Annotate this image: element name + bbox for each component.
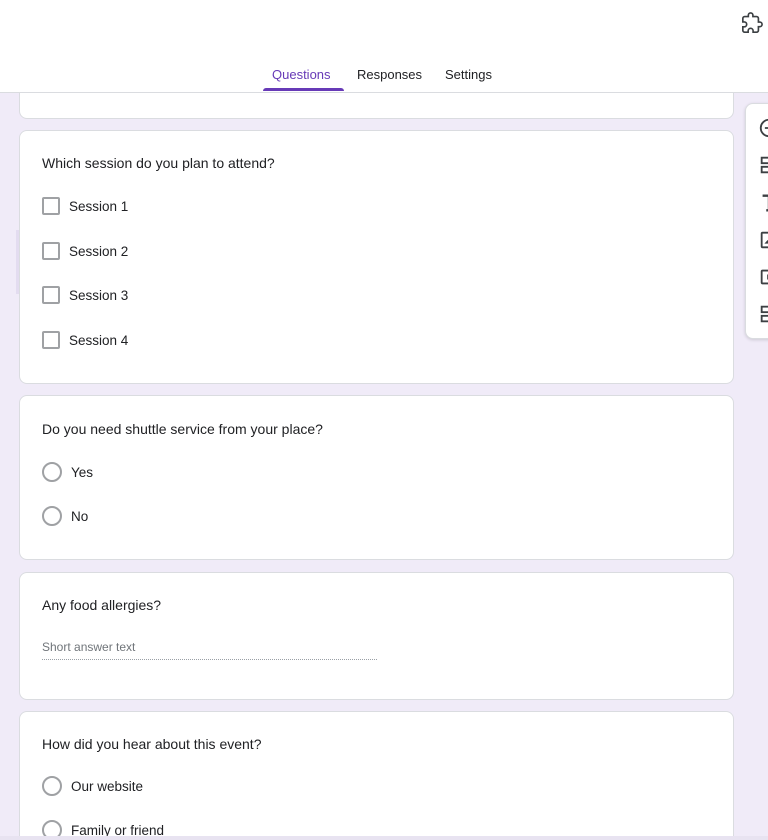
option-label: Our website: [71, 778, 144, 794]
tab-responses[interactable]: Responses: [357, 62, 422, 93]
question-title: Which session do you plan to attend?: [42, 155, 275, 171]
short-answer-field[interactable]: Short answer text: [42, 640, 377, 660]
radio-option[interactable]: Yes: [42, 462, 93, 482]
checkbox[interactable]: [42, 197, 60, 215]
tab-settings[interactable]: Settings: [445, 62, 492, 93]
add-section-icon[interactable]: [758, 303, 768, 325]
checkbox-option[interactable]: Session 3: [42, 285, 128, 305]
import-questions-icon[interactable]: [758, 154, 768, 176]
option-label: Session 3: [69, 287, 129, 303]
option-label: Yes: [71, 464, 94, 480]
option-label: No: [71, 508, 89, 524]
question-card-source[interactable]: How did you hear about this event? Our w…: [19, 711, 734, 837]
radio-button[interactable]: [42, 820, 62, 837]
radio-option[interactable]: Family or friend: [42, 820, 164, 837]
previous-question-card[interactable]: [19, 93, 734, 119]
checkbox[interactable]: [42, 242, 60, 260]
question-toolbar: [745, 103, 768, 339]
form-content: Which session do you plan to attend? Ses…: [0, 93, 768, 837]
question-title: How did you hear about this event?: [42, 736, 262, 752]
checkbox-option[interactable]: Session 1: [42, 196, 128, 216]
option-label: Family or friend: [71, 822, 165, 838]
active-tab-indicator: [263, 88, 344, 91]
option-label: Session 2: [69, 243, 129, 259]
checkbox-option[interactable]: Session 2: [42, 241, 128, 261]
radio-button[interactable]: [42, 462, 62, 482]
question-title: Any food allergies?: [42, 597, 162, 613]
add-video-icon[interactable]: [758, 266, 768, 288]
radio-option[interactable]: No: [42, 506, 88, 526]
top-bar: Questions Responses Settings: [0, 0, 768, 93]
radio-button[interactable]: [42, 776, 62, 796]
add-image-icon[interactable]: [758, 229, 768, 251]
question-card-session[interactable]: Which session do you plan to attend? Ses…: [19, 130, 734, 384]
puzzle-icon[interactable]: [741, 12, 763, 34]
checkbox-option[interactable]: Session 4: [42, 330, 128, 350]
form-tabs: Questions Responses Settings: [0, 62, 768, 93]
checkbox[interactable]: [42, 331, 60, 349]
option-label: Session 1: [69, 198, 129, 214]
question-title: Do you need shuttle service from your pl…: [42, 421, 323, 437]
add-question-icon[interactable]: [758, 117, 768, 139]
radio-option[interactable]: Our website: [42, 776, 143, 796]
bottom-edge: [0, 836, 768, 840]
option-label: Session 4: [69, 332, 129, 348]
checkbox[interactable]: [42, 286, 60, 304]
radio-button[interactable]: [42, 506, 62, 526]
add-title-icon[interactable]: [758, 192, 768, 214]
question-card-allergies[interactable]: Any food allergies? Short answer text: [19, 572, 734, 700]
question-card-shuttle[interactable]: Do you need shuttle service from your pl…: [19, 395, 734, 560]
